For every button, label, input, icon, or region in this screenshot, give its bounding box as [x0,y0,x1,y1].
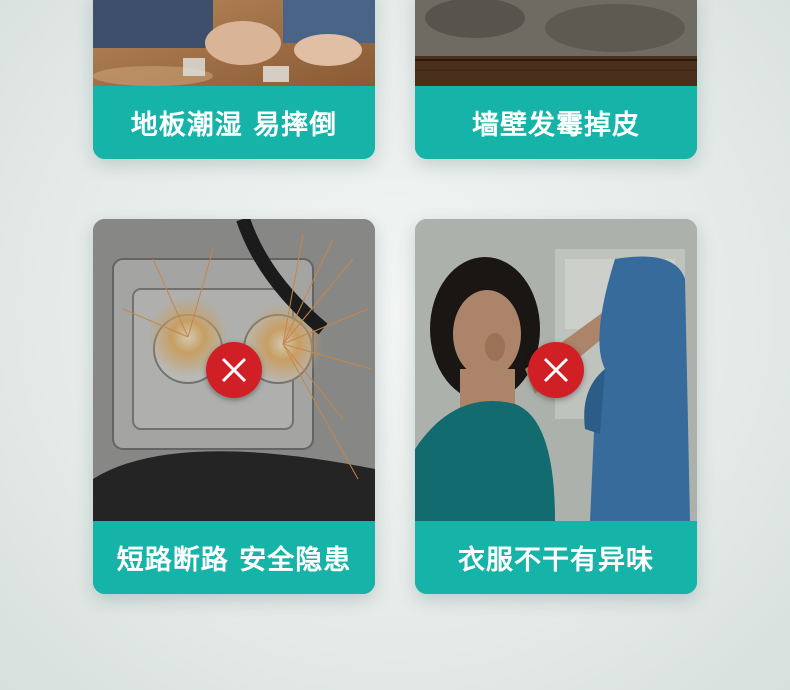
problem-card-smelly-clothes: 衣服不干有异味 [415,219,697,594]
card-caption: 地板潮湿 易摔倒 [93,86,375,159]
sparking-socket-photo [93,219,375,521]
x-mark-icon [528,342,584,398]
card-caption: 墙壁发霉掉皮 [415,86,697,159]
woman-smelling-shirt-photo [415,219,697,521]
card-caption: 衣服不干有异味 [415,521,697,594]
card-caption: 短路断路 安全隐患 [93,521,375,594]
moldy-wall-photo [415,0,697,86]
problem-card-moldy-wall: 墙壁发霉掉皮 [415,0,697,159]
x-mark-icon [206,342,262,398]
problem-card-wet-floor: 地板潮湿 易摔倒 [93,0,375,159]
problem-card-short-circuit: 短路断路 安全隐患 [93,219,375,594]
wet-floor-feet-photo [93,0,375,86]
